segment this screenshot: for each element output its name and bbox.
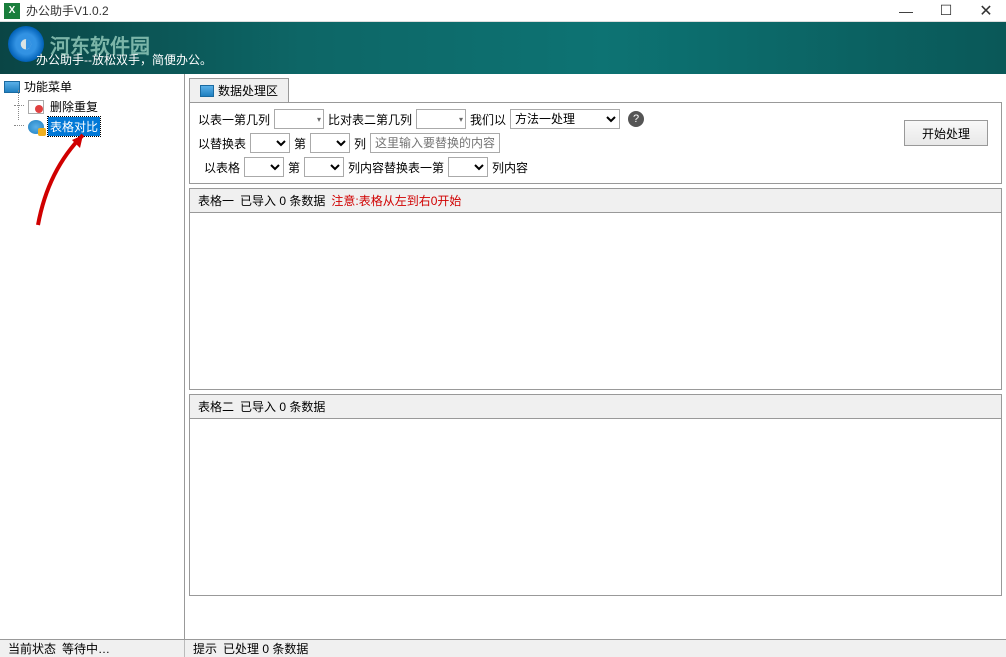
document-delete-icon [28, 100, 44, 114]
help-icon[interactable]: ? [628, 111, 644, 127]
globe-icon [28, 120, 44, 134]
status-label: 当前状态 [8, 640, 56, 657]
banner-slogan: 办公助手--放松双手，简便办公。 [36, 51, 212, 68]
slogan-text: 办公助手--放松双手， [36, 53, 152, 67]
replace-text-input[interactable] [370, 133, 500, 153]
label: 以替换表 [198, 135, 246, 152]
label: 以表一第几列 [198, 111, 270, 128]
method-select[interactable]: 方法一处理 [510, 109, 620, 129]
col-select-2[interactable] [448, 157, 488, 177]
app-icon [4, 3, 20, 19]
table2-status: 已导入 0 条数据 [240, 398, 325, 415]
tree-item-table-compare[interactable]: 表格对比 [28, 117, 180, 136]
window-icon [200, 85, 214, 97]
slogan-text-post: 简便办公。 [152, 53, 212, 67]
banner: 河东软件园 办公助手--放松双手，简便办公。 [0, 22, 1006, 74]
label: 我们以 [470, 111, 506, 128]
tree-root[interactable]: 功能菜单 [4, 78, 180, 95]
tab-label: 数据处理区 [218, 82, 278, 99]
titlebar: 办公助手V1.0.2 — ☐ ✕ [0, 0, 1006, 22]
combo-col1[interactable] [274, 109, 324, 129]
replace-table-select[interactable] [250, 133, 290, 153]
tree-item-delete-dup[interactable]: 删除重复 [28, 97, 180, 116]
combo-col2[interactable] [416, 109, 466, 129]
status-value: 等待中… [62, 640, 110, 657]
label: 第 [294, 135, 306, 152]
label: 比对表二第几列 [328, 111, 412, 128]
replace-col-select[interactable] [310, 133, 350, 153]
start-button-label: 开始处理 [922, 125, 970, 142]
table1-name: 表格一 [198, 192, 234, 209]
maximize-button[interactable]: ☐ [926, 0, 966, 22]
start-button[interactable]: 开始处理 [904, 120, 988, 146]
hint-label: 提示 [193, 640, 217, 657]
table1-note: 注意:表格从左到右0开始 [331, 192, 461, 209]
minimize-button[interactable]: — [886, 0, 926, 22]
table1-status: 已导入 0 条数据 [240, 192, 325, 209]
statusbar: 当前状态 等待中… 提示 已处理 0 条数据 [0, 639, 1006, 657]
label: 列 [354, 135, 366, 152]
table2-header: 表格二 已导入 0 条数据 [189, 394, 1002, 418]
control-panel: 以表一第几列 比对表二第几列 我们以 方法一处理 ? 以替换表 第 列 以表格 [189, 102, 1002, 184]
label: 列内容 [492, 159, 528, 176]
hint-value: 已处理 0 条数据 [223, 640, 308, 657]
table1-header: 表格一 已导入 0 条数据 注意:表格从左到右0开始 [189, 188, 1002, 212]
table-select[interactable] [244, 157, 284, 177]
label: 列内容替换表一第 [348, 159, 444, 176]
tree-item-label: 删除重复 [48, 97, 100, 116]
label: 第 [288, 159, 300, 176]
table2-name: 表格二 [198, 398, 234, 415]
tab-data-area[interactable]: 数据处理区 [189, 78, 289, 102]
window-title: 办公助手V1.0.2 [24, 2, 886, 19]
close-button[interactable]: ✕ [966, 0, 1006, 22]
label: 以表格 [204, 159, 240, 176]
main-panel: 数据处理区 以表一第几列 比对表二第几列 我们以 方法一处理 ? 以替换表 第 [185, 74, 1006, 639]
tree-item-label: 表格对比 [48, 117, 100, 136]
col-select-1[interactable] [304, 157, 344, 177]
sidebar: 功能菜单 删除重复 表格对比 [0, 74, 185, 639]
table2-body[interactable] [189, 418, 1002, 596]
tree-root-label: 功能菜单 [24, 78, 72, 95]
table1-body[interactable] [189, 212, 1002, 390]
